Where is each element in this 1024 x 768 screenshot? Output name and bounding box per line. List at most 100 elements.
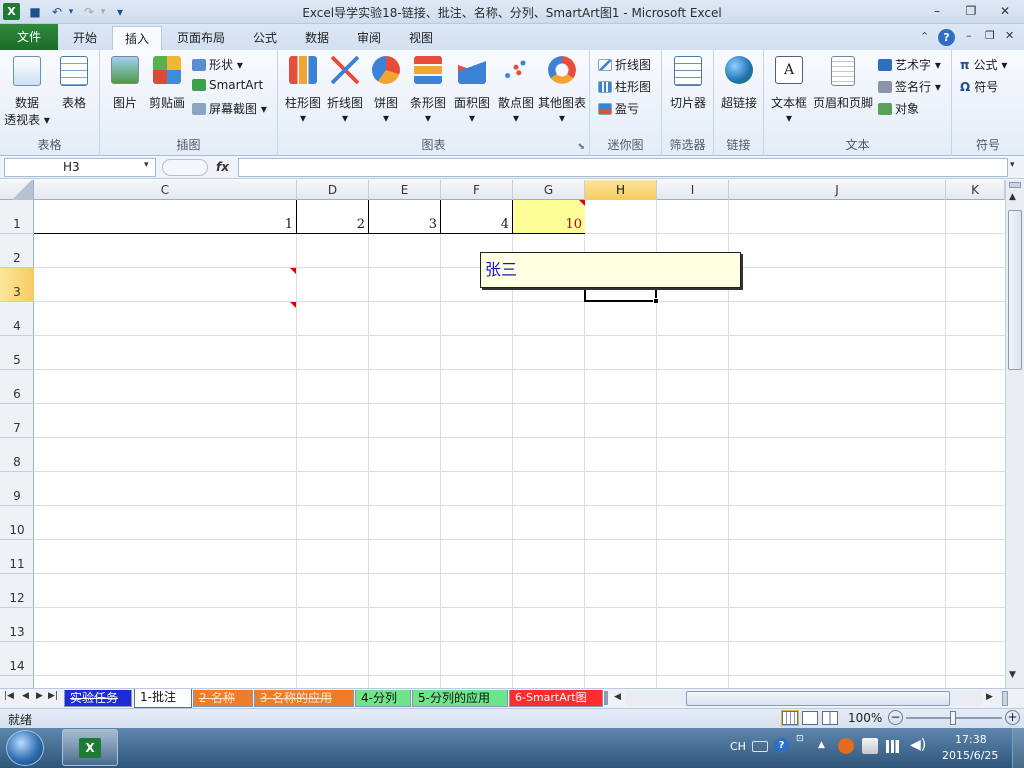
- sparkline-line-button[interactable]: 折线图: [598, 56, 651, 73]
- sheet-tab-task[interactable]: 实验任务: [64, 690, 132, 707]
- sheet-tab-split-apply[interactable]: 5-分列的应用: [412, 690, 508, 707]
- symbol-button[interactable]: Ω 符号: [960, 78, 998, 95]
- language-indicator[interactable]: CH: [730, 740, 746, 753]
- column-header-i[interactable]: I: [657, 180, 729, 200]
- zoom-slider-thumb[interactable]: [950, 711, 956, 725]
- help-icon[interactable]: ?: [938, 29, 955, 46]
- row-header-4[interactable]: 4: [0, 302, 34, 336]
- cell-c1[interactable]: 1: [34, 200, 297, 234]
- network-icon[interactable]: [886, 740, 902, 753]
- start-button-icon[interactable]: [6, 730, 44, 766]
- minimize-ribbon-icon[interactable]: ⌃: [920, 30, 929, 43]
- row-header-3[interactable]: 3: [0, 268, 34, 302]
- formula-input[interactable]: [238, 158, 1008, 177]
- vertical-scroll-thumb[interactable]: [1008, 210, 1022, 370]
- hyperlink-button[interactable]: 超链接: [717, 56, 761, 111]
- name-box[interactable]: H3: [4, 158, 156, 177]
- ime-settings-icon[interactable]: ⊡: [796, 734, 804, 744]
- pivottable-button[interactable]: 数据 透视表 ▾: [4, 56, 50, 128]
- column-header-g[interactable]: G: [513, 180, 585, 200]
- sheet-tab-names[interactable]: 2-名称: [193, 690, 253, 707]
- restore-window-button[interactable]: ❐: [956, 2, 986, 21]
- tab-home[interactable]: 开始: [62, 26, 108, 50]
- page-break-view-button[interactable]: [822, 711, 838, 725]
- first-sheet-icon[interactable]: |◀: [4, 691, 14, 701]
- column-header-k[interactable]: K: [946, 180, 1005, 200]
- horizontal-scroll-thumb[interactable]: [686, 691, 950, 706]
- bar-chart-button[interactable]: 条形图 ▾: [406, 56, 450, 125]
- page-layout-view-button[interactable]: [802, 711, 818, 725]
- line-chart-button[interactable]: 折线图 ▾: [324, 56, 366, 125]
- column-header-d[interactable]: D: [297, 180, 369, 200]
- tab-view[interactable]: 视图: [400, 26, 442, 50]
- prev-sheet-icon[interactable]: ◀: [22, 691, 29, 701]
- picture-button[interactable]: 图片: [106, 56, 144, 111]
- close-workbook-button[interactable]: ✕: [1005, 29, 1014, 42]
- flag-tray-icon[interactable]: [862, 738, 878, 754]
- normal-view-button[interactable]: [781, 710, 799, 726]
- sheet-tab-names-apply[interactable]: 3-名称的应用: [254, 690, 354, 707]
- column-chart-button[interactable]: 柱形图 ▾: [282, 56, 324, 125]
- column-header-j[interactable]: J: [729, 180, 946, 200]
- area-chart-button[interactable]: 面积图 ▾: [450, 56, 494, 125]
- cell-f1[interactable]: 4: [441, 200, 513, 234]
- expand-formula-bar-icon[interactable]: ▾: [1010, 160, 1015, 170]
- scroll-up-icon[interactable]: ▲: [1009, 192, 1016, 202]
- help-tray-icon[interactable]: ?: [774, 738, 789, 753]
- restore-workbook-button[interactable]: ❐: [985, 29, 995, 42]
- worksheet-grid[interactable]: 1 2 3 4 10 张三: [34, 200, 1005, 688]
- screenshot-button[interactable]: 屏幕截图 ▾: [192, 100, 267, 117]
- row-header-1[interactable]: 1: [0, 200, 34, 234]
- cell-g1[interactable]: 10: [513, 200, 585, 234]
- tab-split-handle[interactable]: [604, 691, 608, 705]
- taskbar-excel-button[interactable]: X: [62, 729, 118, 766]
- charts-dialog-launcher-icon[interactable]: ⬊: [577, 142, 585, 152]
- tab-data[interactable]: 数据: [296, 26, 338, 50]
- name-box-dropdown-icon[interactable]: ▾: [144, 160, 149, 170]
- show-desktop-button[interactable]: [1012, 728, 1024, 768]
- pie-chart-button[interactable]: 饼图 ▾: [366, 56, 406, 125]
- row-header-8[interactable]: 8: [0, 438, 34, 472]
- minimize-window-button[interactable]: –: [922, 2, 952, 21]
- row-header-6[interactable]: 6: [0, 370, 34, 404]
- row-header-12[interactable]: 12: [0, 574, 34, 608]
- insert-function-button[interactable]: fx: [216, 158, 236, 177]
- select-all-button[interactable]: [0, 180, 34, 200]
- sparkline-winloss-button[interactable]: 盈亏: [598, 100, 639, 117]
- column-header-h[interactable]: H: [585, 180, 657, 200]
- comment-box[interactable]: 张三: [480, 252, 741, 288]
- show-hidden-icons[interactable]: ▲: [818, 740, 825, 750]
- row-header-11[interactable]: 11: [0, 540, 34, 574]
- sheet-tab-smartart[interactable]: 6-SmartArt图: [509, 690, 603, 707]
- split-box-handle-h[interactable]: [1002, 691, 1008, 706]
- close-window-button[interactable]: ✕: [990, 2, 1020, 21]
- zoom-level[interactable]: 100%: [848, 711, 882, 725]
- tab-insert[interactable]: 插入: [112, 26, 162, 51]
- zoom-out-icon[interactable]: −: [888, 710, 903, 725]
- other-charts-button[interactable]: 其他图表 ▾: [536, 56, 588, 125]
- clock-date[interactable]: 2015/6/25: [942, 749, 998, 762]
- next-sheet-icon[interactable]: ▶: [36, 691, 43, 701]
- wordart-button[interactable]: 艺术字 ▾: [878, 56, 941, 73]
- sheet-tab-split[interactable]: 4-分列: [355, 690, 411, 707]
- equation-button[interactable]: π 公式 ▾: [960, 56, 1007, 73]
- volume-icon[interactable]: ◀): [910, 737, 926, 753]
- row-header-9[interactable]: 9: [0, 472, 34, 506]
- textbox-button[interactable]: A 文本框 ▾: [768, 56, 810, 125]
- row-header-5[interactable]: 5: [0, 336, 34, 370]
- sparkline-column-button[interactable]: 柱形图: [598, 78, 651, 95]
- slicer-button[interactable]: 切片器: [665, 56, 711, 111]
- tab-page-layout[interactable]: 页面布局: [168, 26, 234, 50]
- clipart-button[interactable]: 剪贴画: [146, 56, 188, 111]
- fill-handle[interactable]: [653, 298, 659, 304]
- column-header-e[interactable]: E: [369, 180, 441, 200]
- column-header-c[interactable]: C: [34, 180, 297, 200]
- tab-file[interactable]: 文件: [0, 24, 58, 50]
- row-header-10[interactable]: 10: [0, 506, 34, 540]
- smartart-button[interactable]: SmartArt: [192, 78, 263, 92]
- vertical-scrollbar[interactable]: ▲ ▼: [1005, 180, 1024, 690]
- scatter-chart-button[interactable]: 散点图 ▾: [494, 56, 538, 125]
- scroll-left-icon[interactable]: ◀: [614, 692, 621, 702]
- column-header-f[interactable]: F: [441, 180, 513, 200]
- minimize-workbook-button[interactable]: –: [966, 29, 972, 42]
